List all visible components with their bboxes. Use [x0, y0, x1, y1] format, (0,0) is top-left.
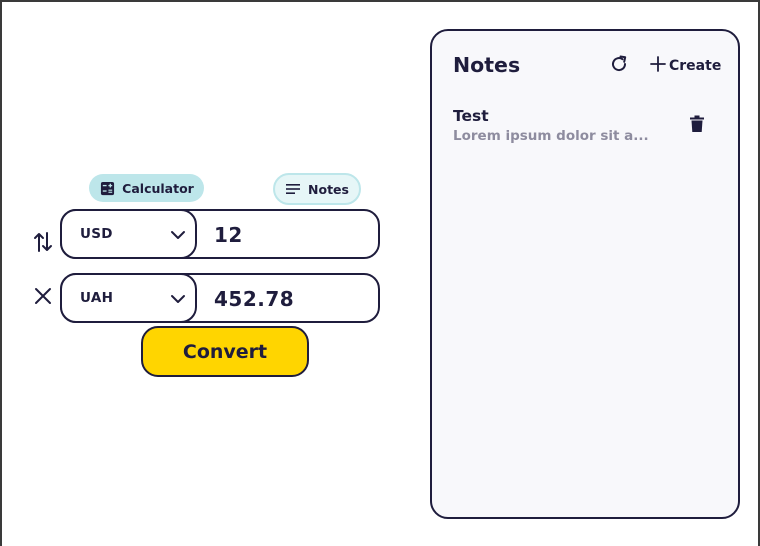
tab-calculator[interactable]: Calculator: [89, 174, 204, 202]
plus-icon: [650, 56, 666, 76]
chevron-down-icon: [169, 290, 187, 308]
chevron-down-icon: [169, 226, 187, 244]
create-note-button[interactable]: Create: [650, 55, 721, 77]
trash-icon: [689, 115, 705, 137]
refresh-button[interactable]: [608, 55, 630, 77]
from-amount-value: 12: [214, 223, 243, 247]
notes-title: Notes: [453, 53, 521, 77]
note-list-item[interactable]: Test Lorem ipsum dolor sit a...: [453, 107, 723, 151]
from-currency-select[interactable]: USD: [60, 209, 197, 259]
to-currency-row: 452.78 UAH: [60, 273, 380, 323]
create-note-label: Create: [669, 58, 722, 74]
from-currency-code: USD: [80, 226, 113, 242]
note-title: Test: [453, 107, 489, 125]
from-currency-row: 12 USD: [60, 209, 380, 259]
notes-icon: [285, 181, 301, 197]
tab-calculator-label: Calculator: [122, 180, 194, 196]
tab-notes[interactable]: Notes: [273, 173, 361, 205]
to-currency-code: UAH: [80, 290, 114, 306]
to-currency-select[interactable]: UAH: [60, 273, 197, 323]
calculator-icon: [99, 180, 115, 196]
swap-vertical-icon[interactable]: [32, 231, 54, 253]
convert-button[interactable]: Convert: [141, 326, 309, 377]
tab-notes-label: Notes: [308, 181, 349, 197]
refresh-icon: [609, 54, 629, 78]
notes-panel: Notes Create Test Lorem ipsum dolor sit …: [430, 29, 740, 519]
to-amount-value: 452.78: [214, 287, 295, 311]
close-icon[interactable]: [32, 285, 54, 307]
delete-note-button[interactable]: [687, 115, 707, 137]
note-preview: Lorem ipsum dolor sit a...: [453, 128, 649, 144]
